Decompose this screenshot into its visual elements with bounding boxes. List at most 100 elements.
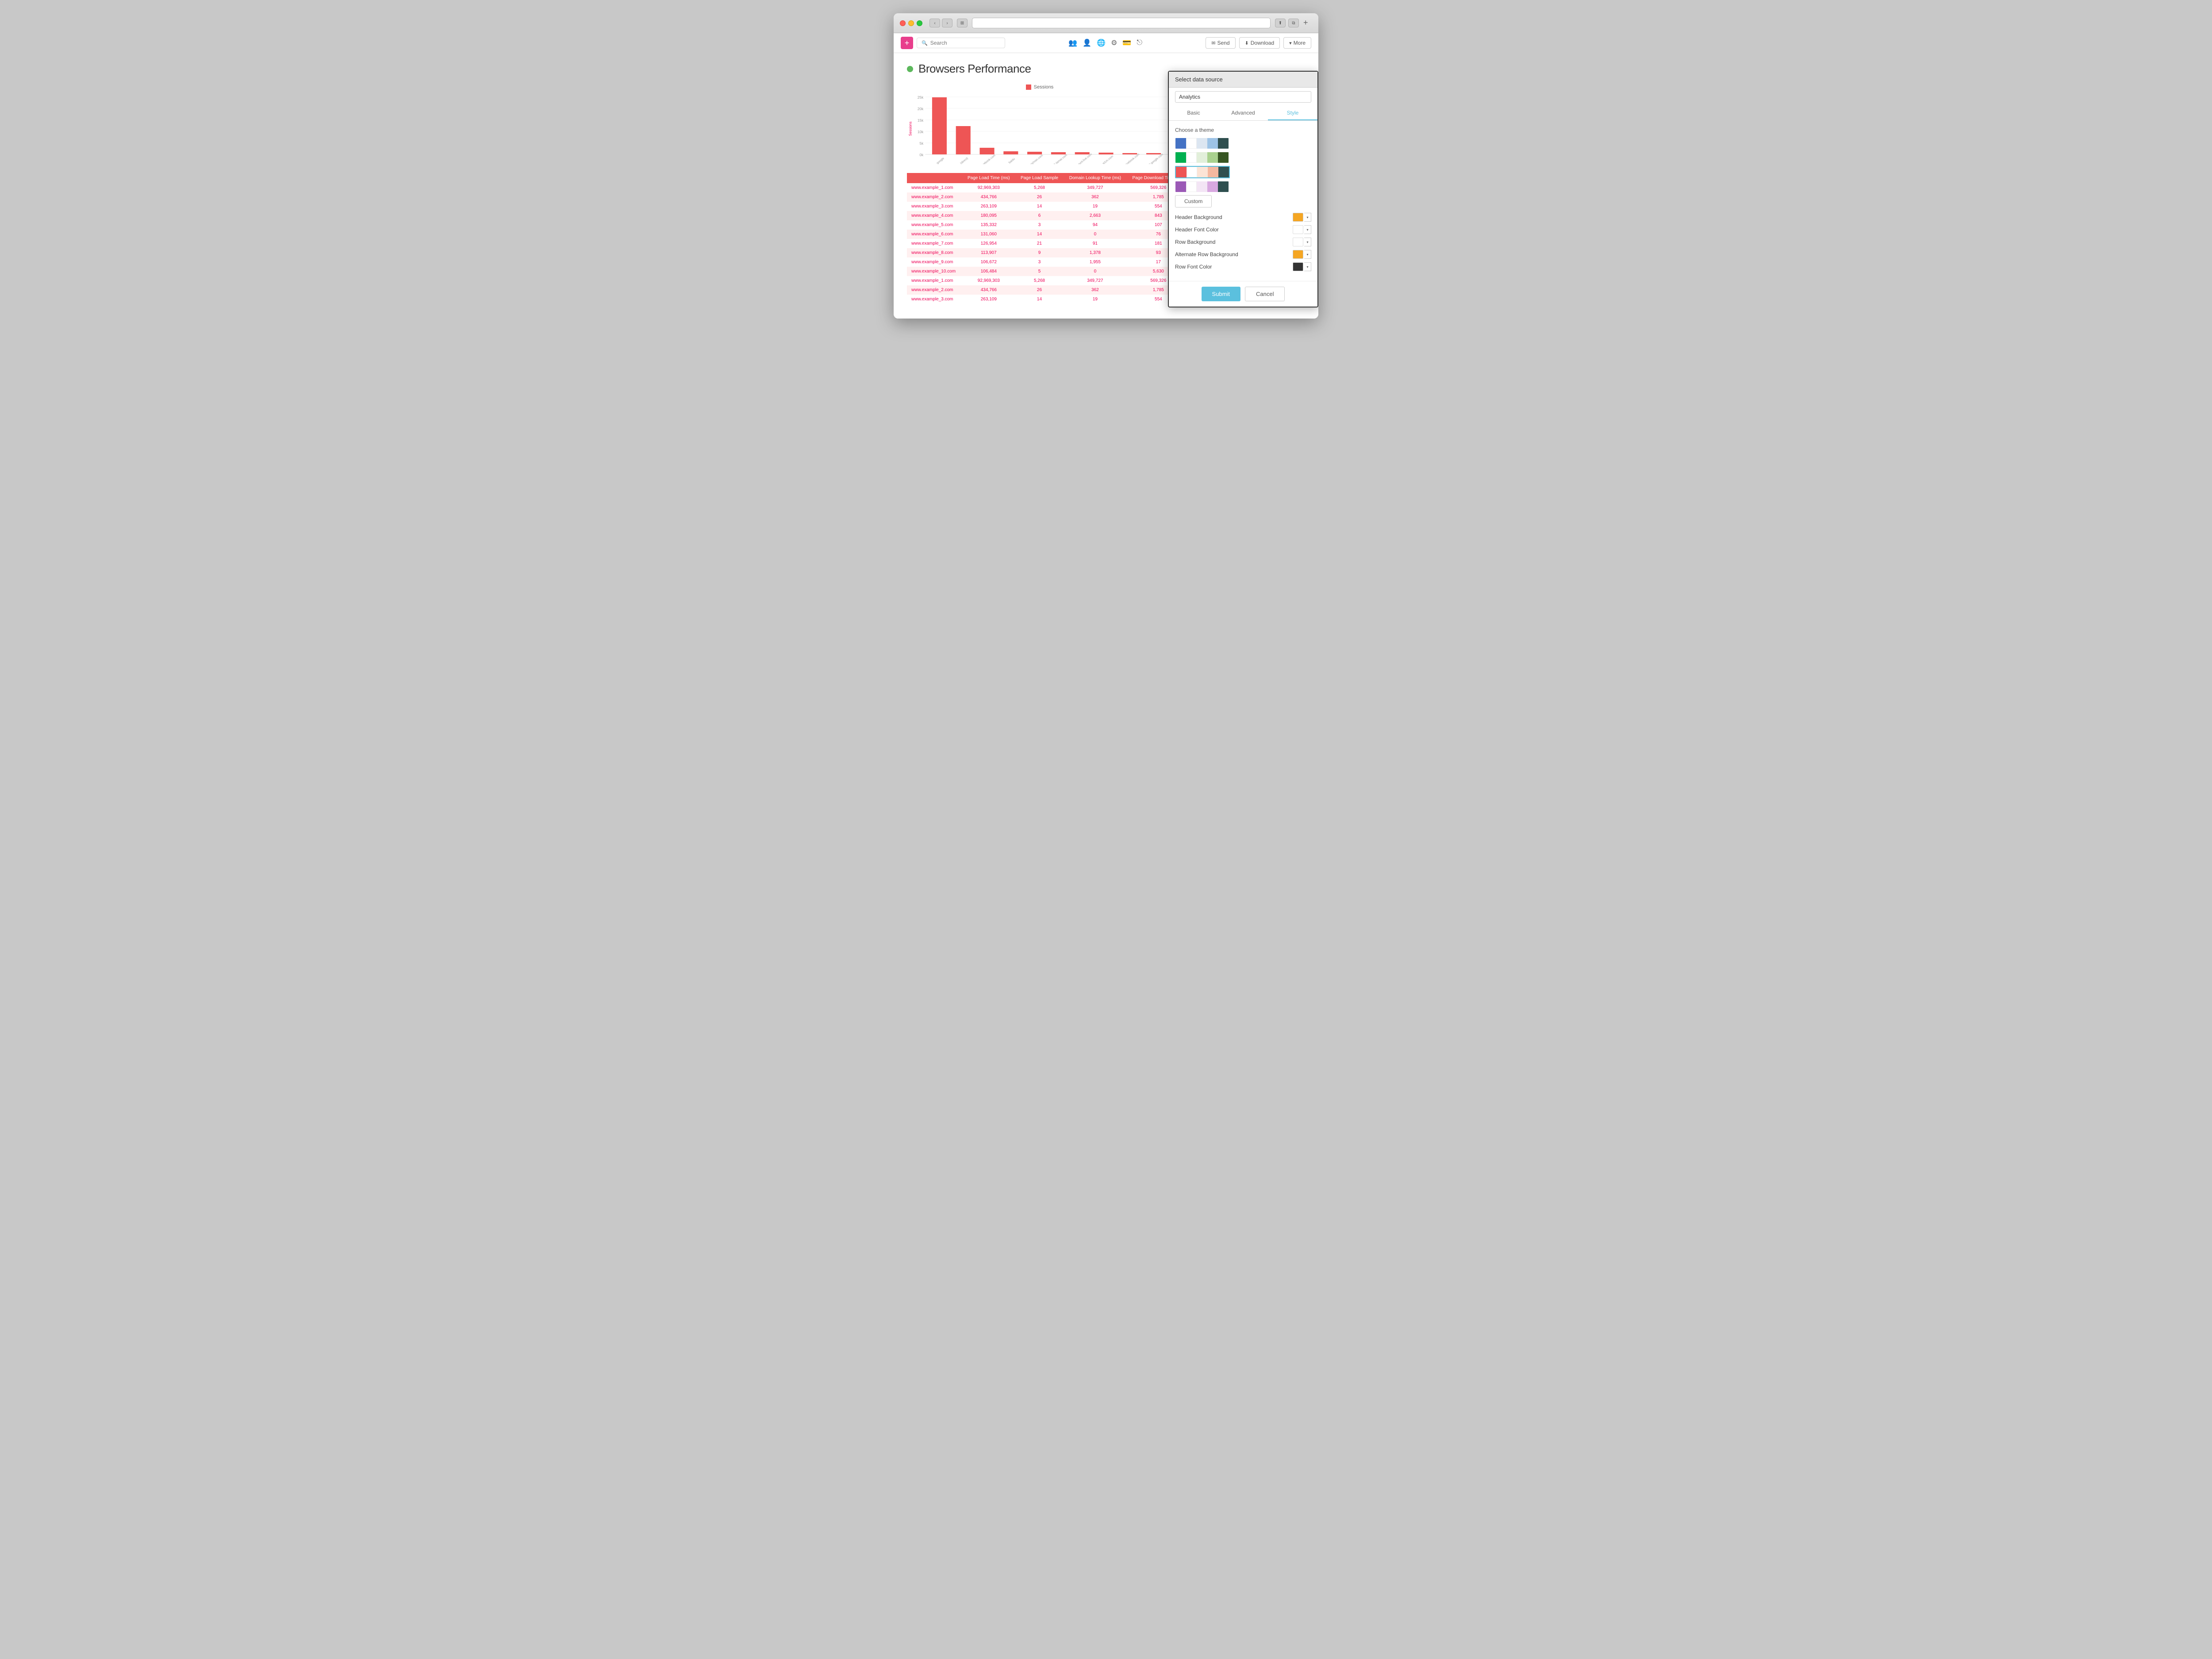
back-button[interactable]: ‹ — [929, 19, 940, 27]
header-bg-dropdown[interactable]: ▾ — [1304, 213, 1311, 222]
row-font-row: Row Font Color ▾ — [1175, 262, 1311, 271]
close-button[interactable] — [900, 20, 906, 26]
theme-row-green[interactable] — [1175, 152, 1229, 163]
theme-row-purple[interactable] — [1175, 181, 1229, 192]
chart-wrapper: 25k 20k 15k 10k 5k 0k Sessions — [907, 93, 1172, 164]
table-cell-value: 14 — [1015, 295, 1064, 304]
header-font-row: Header Font Color ▾ — [1175, 225, 1311, 234]
sidebar-button[interactable]: ⊞ — [957, 19, 968, 27]
table-cell-value: 180,095 — [962, 211, 1015, 220]
table-cell-value: 14 — [1015, 230, 1064, 239]
theme-swatch — [1218, 167, 1229, 177]
alt-row-bg-dropdown[interactable]: ▾ — [1304, 250, 1311, 259]
header-font-picker: ▾ — [1293, 225, 1311, 234]
header-bg-swatch[interactable] — [1293, 213, 1303, 222]
search-icon: 🔍 — [922, 40, 928, 46]
modal-overlay: Select data source Analytics Basic Advan… — [1168, 71, 1318, 307]
header-font-label: Header Font Color — [1175, 227, 1219, 233]
theme-swatch — [1197, 181, 1207, 192]
custom-theme-button[interactable]: Custom — [1175, 195, 1212, 207]
table-cell-value: 1,378 — [1064, 248, 1127, 257]
browser-actions: ⬆ ⧉ — [1275, 19, 1299, 27]
theme-swatch — [1187, 167, 1197, 177]
table-cell-value: 349,727 — [1064, 183, 1127, 192]
users-icon[interactable]: 👥 — [1068, 38, 1077, 47]
toolbar-right: ✉ Send ⬇ Download ▾ More — [1206, 37, 1311, 49]
theme-swatch — [1175, 138, 1186, 149]
table-cell-value: 9 — [1015, 248, 1064, 257]
row-font-dropdown[interactable]: ▾ — [1304, 262, 1311, 271]
theme-swatch — [1207, 152, 1218, 163]
new-tab-button[interactable]: + — [1303, 19, 1312, 27]
legend-label: Sessions — [1034, 84, 1054, 90]
table-cell-site: www.example_10.com — [907, 267, 962, 276]
header-bg-row: Header Background ▾ — [1175, 213, 1311, 222]
svg-text:baidu: baidu — [1008, 157, 1016, 164]
table-col-site — [907, 173, 962, 183]
svg-text:sp1-lamar.com: sp1-lamar.com — [1051, 154, 1068, 164]
search-box: 🔍 — [917, 38, 1005, 48]
table-cell-value: 126,954 — [962, 239, 1015, 248]
table-cell-site: www.example_4.com — [907, 211, 962, 220]
table-cell-value: 1,955 — [1064, 257, 1127, 267]
alt-row-bg-picker: ▾ — [1293, 250, 1311, 259]
svg-text:(direct): (direct) — [960, 157, 969, 164]
table-cell-site: www.example_6.com — [907, 230, 962, 239]
table-cell-value: 5 — [1015, 267, 1064, 276]
cancel-button[interactable]: Cancel — [1245, 287, 1285, 301]
forward-button[interactable]: › — [942, 19, 952, 27]
logout-icon[interactable]: ⎋ — [1137, 39, 1142, 47]
theme-swatch — [1186, 152, 1197, 163]
row-bg-dropdown[interactable]: ▾ — [1304, 238, 1311, 246]
more-button[interactable]: ▾ More — [1283, 37, 1311, 49]
download-button[interactable]: ⬇ Download — [1239, 37, 1280, 49]
choose-theme-label: Choose a theme — [1175, 127, 1311, 133]
send-button[interactable]: ✉ Send — [1206, 37, 1235, 49]
search-input[interactable] — [930, 40, 1000, 46]
toolbar-left: + 🔍 — [901, 37, 1005, 49]
globe-icon[interactable]: 🌐 — [1097, 38, 1106, 47]
maximize-button[interactable] — [917, 20, 922, 26]
page-title: Browsers Performance — [918, 62, 1031, 76]
header-font-dropdown[interactable]: ▾ — [1304, 225, 1311, 234]
header-bg-picker: ▾ — [1293, 213, 1311, 222]
tab-style[interactable]: Style — [1268, 106, 1317, 120]
svg-text:20k: 20k — [918, 107, 924, 111]
row-bg-swatch[interactable] — [1293, 238, 1303, 246]
submit-button[interactable]: Submit — [1202, 287, 1240, 301]
tab-basic[interactable]: Basic — [1169, 106, 1218, 120]
theme-row-red[interactable] — [1175, 166, 1230, 178]
row-bg-picker: ▾ — [1293, 238, 1311, 246]
person-icon[interactable]: 👤 — [1083, 38, 1091, 47]
chart-legend: Sessions — [907, 84, 1172, 90]
table-cell-site: www.example_9.com — [907, 257, 962, 267]
row-bg-row: Row Background ▾ — [1175, 238, 1311, 246]
table-cell-value: 106,484 — [962, 267, 1015, 276]
theme-swatch — [1197, 152, 1207, 163]
svg-text:google: google — [936, 157, 945, 164]
alt-row-bg-label: Alternate Row Background — [1175, 251, 1238, 257]
add-button[interactable]: + — [901, 37, 913, 49]
minimize-button[interactable] — [908, 20, 914, 26]
svg-text:facebook.com: facebook.com — [980, 154, 996, 164]
tab-advanced[interactable]: Advanced — [1218, 106, 1268, 120]
settings-icon[interactable]: ⚙ — [1111, 38, 1117, 47]
share-button[interactable]: ⬆ — [1275, 19, 1286, 27]
svg-text:5k: 5k — [920, 142, 924, 146]
theme-row-blue[interactable] — [1175, 138, 1229, 149]
table-cell-value: 135,332 — [962, 220, 1015, 230]
svg-text:15k: 15k — [918, 119, 924, 123]
theme-swatch — [1186, 181, 1197, 192]
row-font-swatch[interactable] — [1293, 262, 1303, 271]
alt-row-bg-swatch[interactable] — [1293, 250, 1303, 259]
card-icon[interactable]: 💳 — [1122, 38, 1131, 47]
browser-window: ‹ › ⊞ ⬆ ⧉ + + 🔍 👥 👤 🌐 ⚙ 💳 ⎋ — [894, 13, 1318, 319]
table-cell-value: 92,969,303 — [962, 183, 1015, 192]
modal-footer: Submit Cancel — [1169, 281, 1317, 307]
url-bar[interactable] — [972, 18, 1271, 28]
table-row: www.example_9.com106,67231,95517 — [907, 257, 1190, 267]
header-font-swatch[interactable] — [1293, 225, 1303, 234]
table-cell-site: www.example_5.com — [907, 220, 962, 230]
datasource-select[interactable]: Analytics — [1175, 91, 1311, 103]
tabs-button[interactable]: ⧉ — [1288, 19, 1299, 27]
